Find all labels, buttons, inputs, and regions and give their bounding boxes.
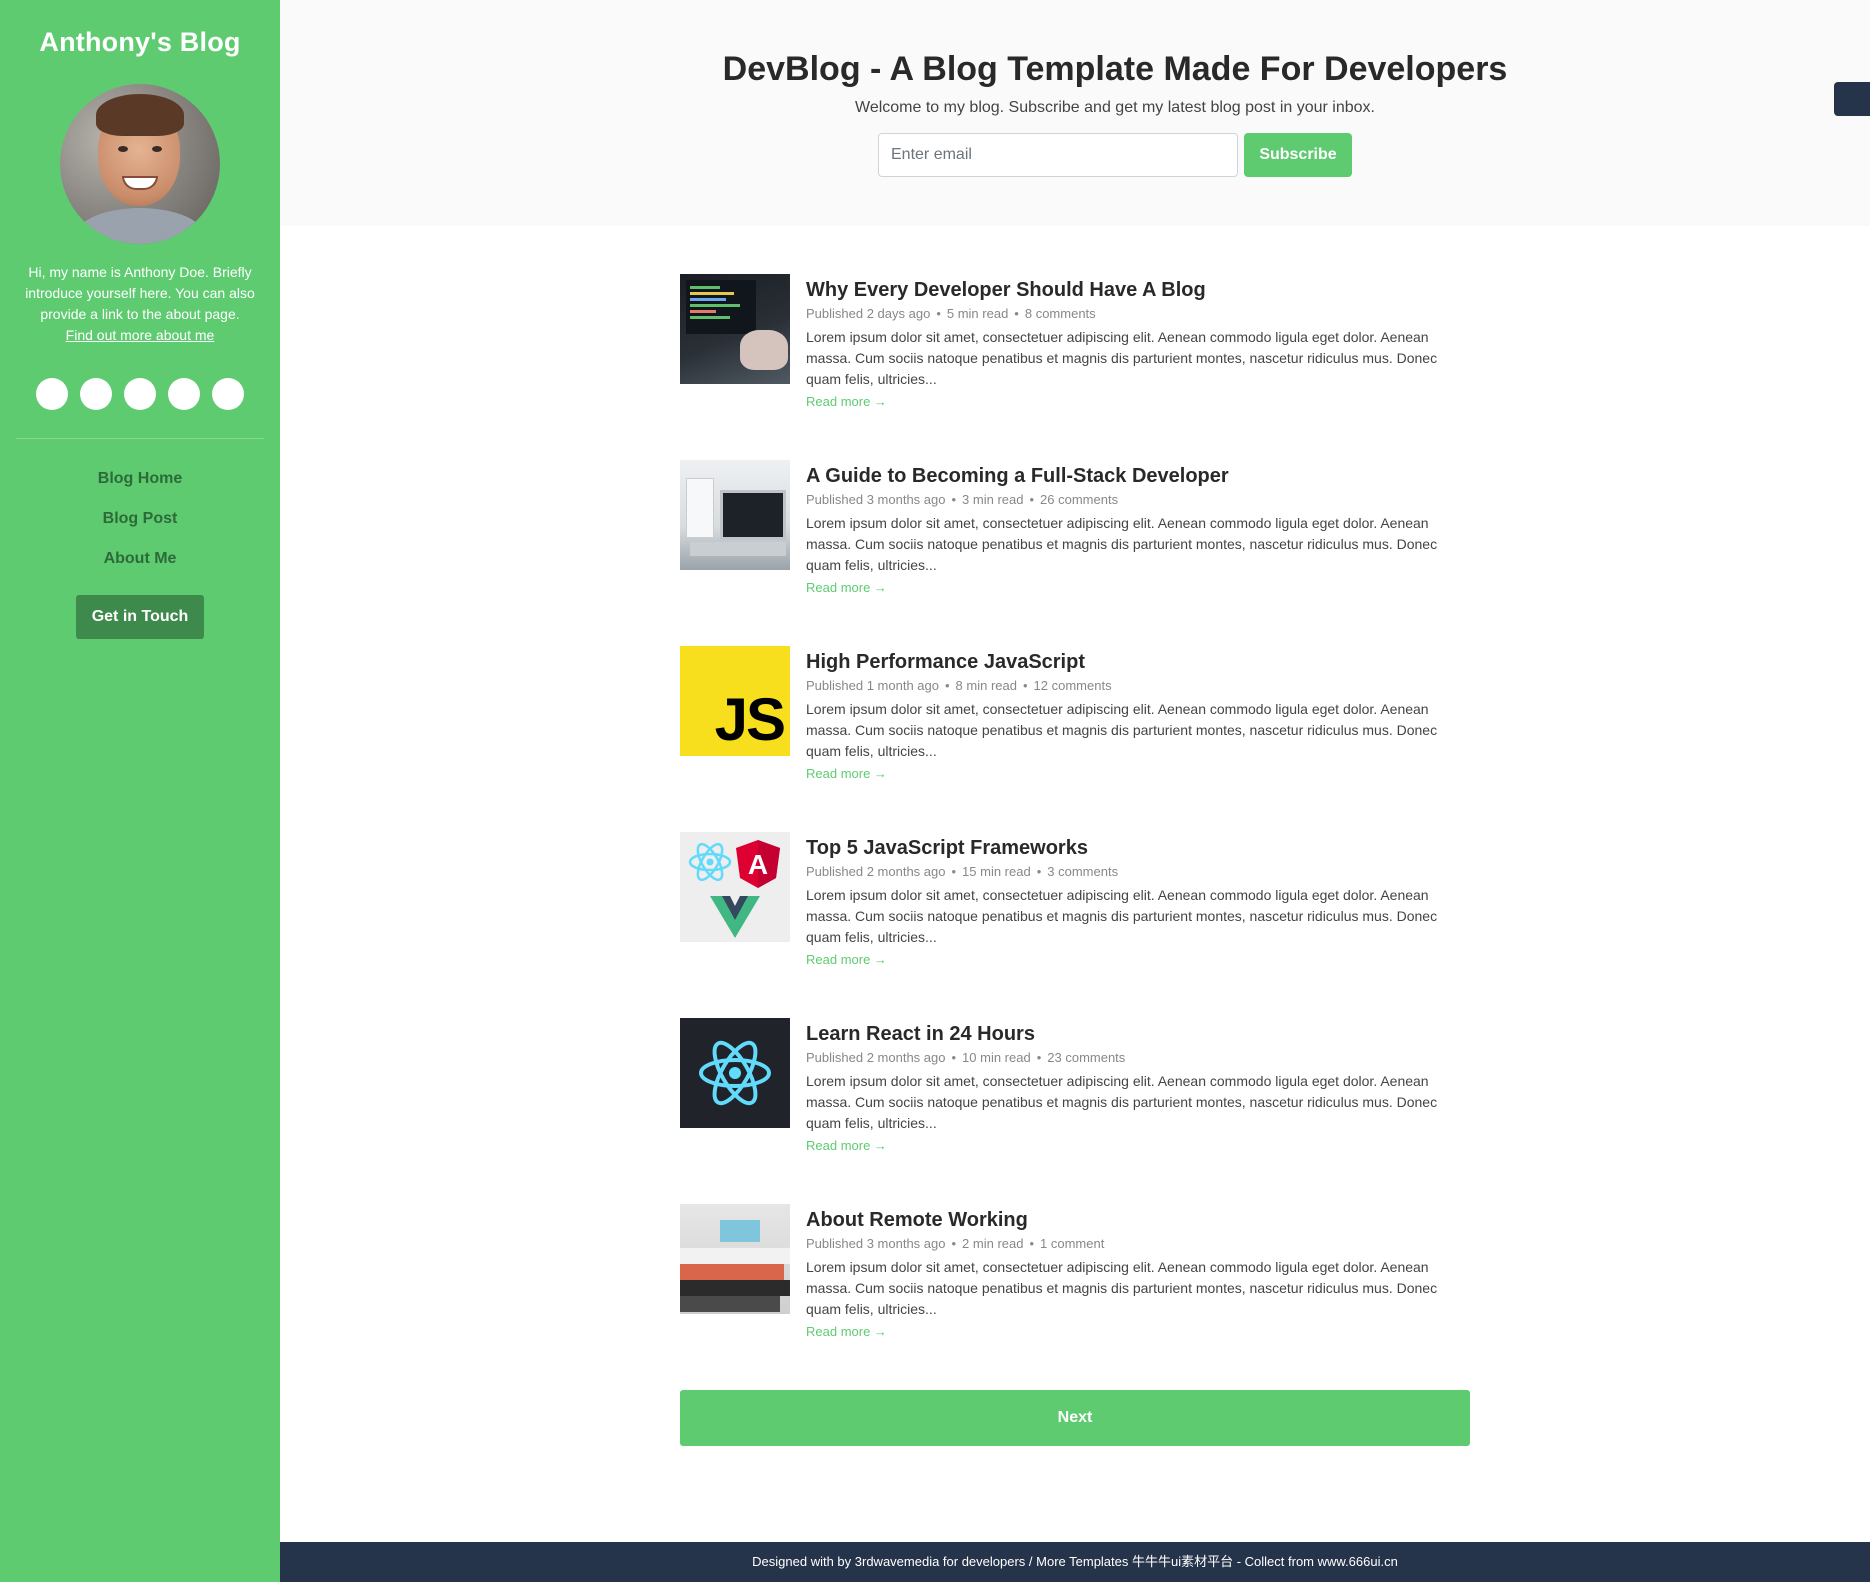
footer-text: Designed with by 3rdwavemedia for develo… [752,1554,1318,1569]
social-icon-2[interactable] [80,378,112,410]
post-title[interactable]: A Guide to Becoming a Full-Stack Develop… [806,462,1470,490]
react-icon [699,1040,771,1106]
react-logo-thumbnail[interactable] [680,1018,790,1128]
nav-blog-post[interactable]: Blog Post [0,499,280,539]
sidebar-divider [16,438,264,439]
sidebar: Anthony's Blog Hi, my name is Anthony Do… [0,0,280,1582]
frameworks-logos-thumbnail[interactable]: A [680,832,790,942]
post-title[interactable]: Learn React in 24 Hours [806,1020,1470,1048]
page-title: DevBlog - A Blog Template Made For Devel… [722,50,1508,88]
javascript-logo-thumbnail[interactable]: JS [680,646,790,756]
about-link[interactable]: Find out more about me [66,325,215,346]
bio-text: Hi, my name is Anthony Doe. Briefly intr… [25,264,255,322]
post-meta: Published 3 months ago • 3 min read • 26 com… [806,492,1119,507]
read-more-link[interactable]: Read more → [806,1324,887,1339]
post-meta: Published 2 months ago • 15 min read • 3 com… [806,864,1119,879]
post-meta: Published 2 months ago • 10 min read • 23 co… [806,1050,1126,1065]
read-more-link[interactable]: Read more → [806,952,887,967]
read-more-link[interactable]: Read more → [806,766,887,781]
post-item: Why Every Developer Should Have A Blog P… [680,274,1470,460]
post-title[interactable]: Top 5 JavaScript Frameworks [806,834,1470,862]
post-intro: Lorem ipsum dolor sit amet, consectetuer… [806,1073,1438,1131]
post-title[interactable]: High Performance JavaScript [806,648,1470,676]
page-header: DevBlog - A Blog Template Made For Devel… [280,0,1870,226]
email-input[interactable] [878,133,1238,177]
frameworks-icon: A [688,840,780,938]
post-intro: Lorem ipsum dolor sit amet, consectetuer… [806,701,1438,759]
social-icon-5[interactable] [212,378,244,410]
footer: Designed with by 3rdwavemedia for develo… [280,1542,1870,1582]
post-meta: Published 3 months ago • 2 min read • 1 comm… [806,1236,1105,1251]
read-more-link[interactable]: Read more → [806,580,887,595]
read-more-link[interactable]: Read more → [806,1138,887,1153]
post-meta: Published 2 days ago • 5 min read • 8 commen… [806,306,1096,321]
avatar [60,84,220,244]
post-intro: Lorem ipsum dolor sit amet, consectetuer… [806,515,1438,573]
nav-about-me[interactable]: About Me [0,539,280,579]
post-title[interactable]: Why Every Developer Should Have A Blog [806,276,1470,304]
laptop-code-thumbnail[interactable] [680,274,790,384]
post-intro: Lorem ipsum dolor sit amet, consectetuer… [806,329,1438,387]
page-subtitle: Welcome to my blog. Subscribe and get my… [855,99,1375,116]
post-item: Learn React in 24 Hours Published 2 mont… [680,1018,1470,1204]
post-list: Why Every Developer Should Have A Blog P… [680,274,1470,1390]
post-meta: Published 1 month ago • 8 min read • 12 comm… [806,678,1112,693]
site-brand[interactable]: Anthony's Blog [0,0,280,58]
post-item: A Guide to Becoming a Full-Stack Develop… [680,460,1470,646]
books-thumbnail[interactable] [680,1204,790,1314]
svg-text:A: A [748,849,768,880]
js-logo-text: JS [714,686,786,753]
bio: Hi, my name is Anthony Doe. Briefly intr… [0,244,280,346]
social-icon-3[interactable] [124,378,156,410]
post-item: JS High Performance JavaScript Published… [680,646,1470,832]
nav-blog-home[interactable]: Blog Home [0,459,280,499]
sidebar-nav: Blog Home Blog Post About Me [0,459,280,579]
get-in-touch-button[interactable]: Get in Touch [76,595,204,639]
footer-link[interactable]: www.666ui.cn [1318,1554,1398,1569]
subscribe-form: Subscribe [360,133,1870,177]
post-title[interactable]: About Remote Working [806,1206,1470,1234]
post-intro: Lorem ipsum dolor sit amet, consectetuer… [806,1259,1438,1317]
post-item: A Top 5 JavaScript Frameworks Published … [680,832,1470,1018]
next-page-button[interactable]: Next [680,1390,1470,1446]
read-more-link[interactable]: Read more → [806,394,887,409]
social-icon-4[interactable] [168,378,200,410]
desk-laptop-thumbnail[interactable] [680,460,790,570]
post-intro: Lorem ipsum dolor sit amet, consectetuer… [806,887,1438,945]
social-icon-1[interactable] [36,378,68,410]
social-links [0,378,280,410]
subscribe-button[interactable]: Subscribe [1244,133,1352,177]
side-tab[interactable] [1834,82,1870,116]
post-item: About Remote Working Published 3 months … [680,1204,1470,1390]
